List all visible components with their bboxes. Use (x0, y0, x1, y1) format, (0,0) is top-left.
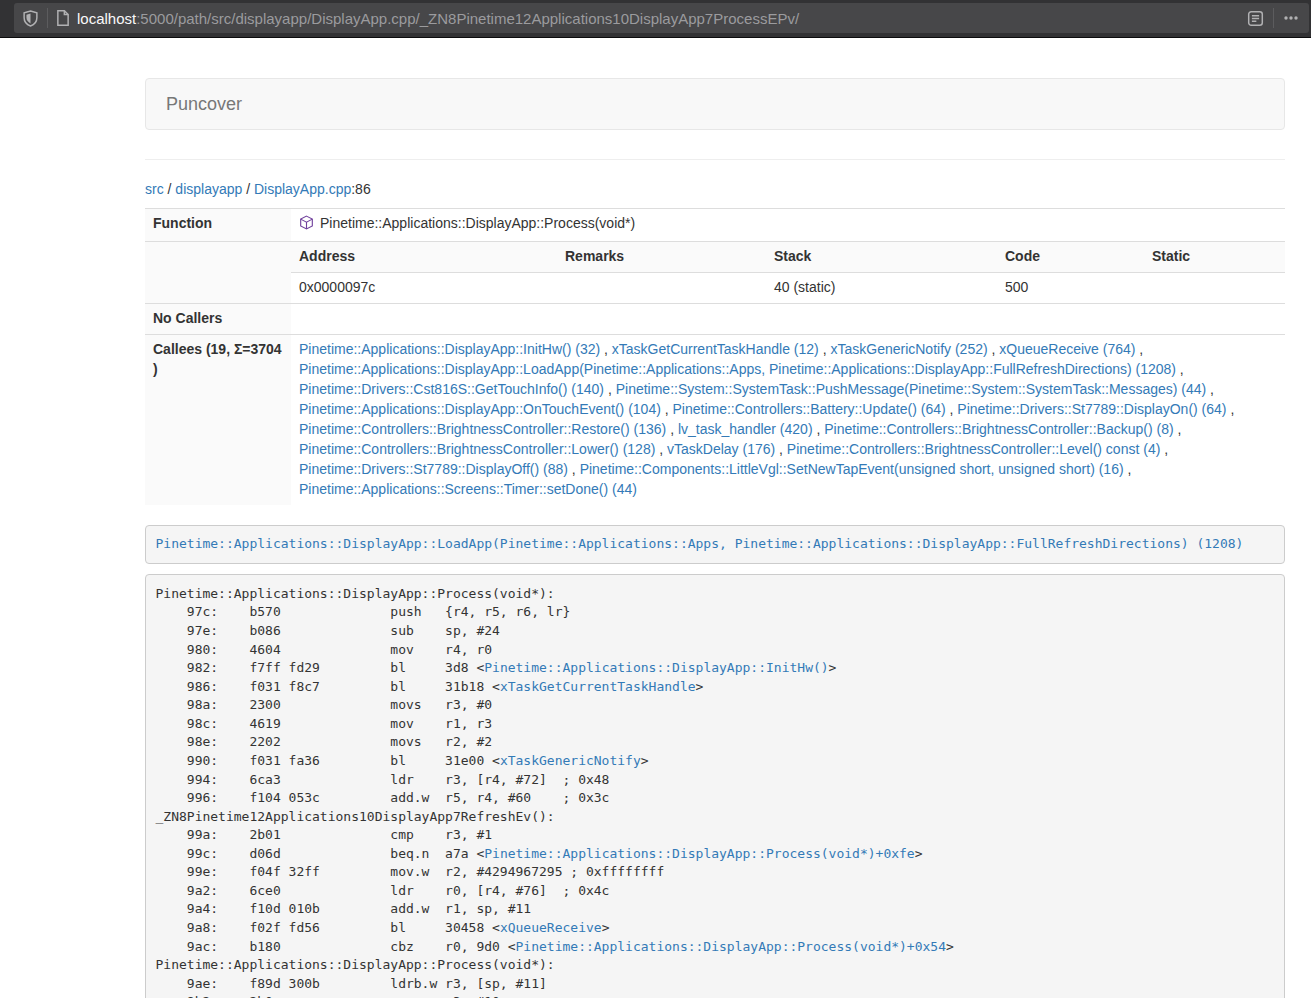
col-address: Address (291, 242, 557, 272)
callee-link[interactable]: Pinetime::Applications::DisplayApp::Init… (299, 341, 600, 357)
package-cube-icon (299, 215, 314, 236)
url-host: localhost (77, 10, 136, 27)
breadcrumb: src / displayapp / DisplayApp.cpp:86 (145, 179, 1285, 199)
url-text[interactable]: localhost:5000/path/src/displayapp/Displ… (77, 10, 799, 27)
callee-link[interactable]: Pinetime::Applications::Screens::Timer::… (299, 481, 637, 497)
col-static: Static (1144, 242, 1285, 272)
col-code: Code (997, 242, 1144, 272)
callee-link[interactable]: Pinetime::Components::LittleVgl::SetNewT… (580, 461, 1124, 477)
reader-mode-icon[interactable] (1247, 10, 1264, 27)
page-content: Puncover src / displayapp / DisplayApp.c… (145, 78, 1285, 998)
browser-toolbar: localhost:5000/path/src/displayapp/Displ… (0, 0, 1311, 38)
assembly-pre: Pinetime::Applications::DisplayApp::Proc… (145, 574, 1285, 998)
callees-cell: Pinetime::Applications::DisplayApp::Init… (291, 334, 1285, 504)
callee-link[interactable]: xTaskGenericNotify (252) (830, 341, 987, 357)
value-code: 500 (997, 272, 1144, 302)
callee-link[interactable]: Pinetime::Drivers::St7789::DisplayOn() (… (957, 401, 1226, 417)
callees-line: Pinetime::Controllers::BrightnessControl… (299, 440, 1277, 460)
divider-rule (145, 159, 1285, 160)
value-static (1144, 272, 1285, 302)
callees-line: Pinetime::Controllers::BrightnessControl… (299, 420, 1277, 440)
symbol-pre: Pinetime::Applications::DisplayApp::Load… (145, 525, 1285, 565)
callee-link[interactable]: Pinetime::Controllers::BrightnessControl… (299, 441, 655, 457)
detail-row: Address Remarks Stack Code Static 0x0000… (145, 241, 1285, 303)
symbol-link[interactable]: Pinetime::Applications::DisplayApp::Load… (156, 536, 1244, 551)
callee-link[interactable]: vTaskDelay (176) (667, 441, 775, 457)
asm-symbol-link[interactable]: Pinetime::Applications::DisplayApp::Init… (484, 660, 828, 675)
function-table: Function Pinetime::Applications::Display… (145, 208, 1285, 505)
no-callers-label: No Callers (145, 303, 291, 334)
callees-row: Callees (19, Σ=3704 ) Pinetime::Applicat… (145, 334, 1285, 504)
callee-link[interactable]: xQueueReceive (764) (999, 341, 1135, 357)
function-row: Function Pinetime::Applications::Display… (145, 209, 1285, 242)
callees-line: Pinetime::Drivers::Cst816S::GetTouchInfo… (299, 380, 1277, 400)
asm-symbol-link[interactable]: xTaskGetCurrentTaskHandle (500, 679, 696, 694)
no-callers-row: No Callers (145, 303, 1285, 334)
detail-table: Address Remarks Stack Code Static 0x0000… (291, 242, 1285, 303)
callee-link[interactable]: Pinetime::System::SystemTask::PushMessag… (616, 381, 1207, 397)
url-path: :5000/path/src/displayapp/DisplayApp.cpp… (136, 10, 799, 27)
asm-symbol-link[interactable]: Pinetime::Applications::DisplayApp::Proc… (484, 846, 914, 861)
callee-link[interactable]: Pinetime::Drivers::Cst816S::GetTouchInfo… (299, 381, 604, 397)
col-stack: Stack (766, 242, 997, 272)
callee-link[interactable]: Pinetime::Controllers::BrightnessControl… (787, 441, 1160, 457)
callees-label: Callees (19, Σ=3704 ) (145, 334, 291, 504)
col-remarks: Remarks (557, 242, 766, 272)
callees-line: Pinetime::Applications::DisplayApp::Init… (299, 340, 1277, 360)
breadcrumb-line-number: :86 (351, 181, 370, 197)
callees-line: Pinetime::Applications::Screens::Timer::… (299, 480, 1277, 500)
page-icon[interactable] (56, 10, 70, 26)
callee-link[interactable]: Pinetime::Applications::DisplayApp::OnTo… (299, 401, 661, 417)
asm-symbol-link[interactable]: xQueueReceive (500, 920, 602, 935)
urlbar-divider-left (47, 8, 48, 28)
callee-link[interactable]: xTaskGetCurrentTaskHandle (12) (612, 341, 819, 357)
brand-link[interactable]: Puncover (146, 79, 262, 129)
callees-line: Pinetime::Applications::DisplayApp::OnTo… (299, 400, 1277, 420)
breadcrumb-link-src[interactable]: src (145, 181, 164, 197)
callee-link[interactable]: Pinetime::Drivers::St7789::DisplayOff() … (299, 461, 568, 477)
function-name: Pinetime::Applications::DisplayApp::Proc… (320, 215, 635, 231)
callees-line: Pinetime::Applications::DisplayApp::Load… (299, 360, 1277, 380)
value-address: 0x0000097c (291, 272, 557, 302)
callee-link[interactable]: Pinetime::Controllers::BrightnessControl… (299, 421, 666, 437)
toolbar-bottom-line (0, 37, 1311, 38)
callee-link[interactable]: Pinetime::Controllers::Battery::Update()… (673, 401, 946, 417)
callee-link[interactable]: Pinetime::Applications::DisplayApp::Load… (299, 361, 1176, 377)
function-row-label: Function (145, 209, 291, 242)
callees-line: Pinetime::Drivers::St7789::DisplayOff() … (299, 460, 1277, 480)
breadcrumb-link-DisplayApp.cpp[interactable]: DisplayApp.cpp (254, 181, 351, 197)
callee-link[interactable]: lv_task_handler (420) (678, 421, 813, 437)
urlbar-divider-right (1273, 8, 1274, 28)
value-remarks (557, 272, 766, 302)
url-bar[interactable]: localhost:5000/path/src/displayapp/Displ… (14, 3, 1309, 33)
callee-link[interactable]: Pinetime::Controllers::BrightnessControl… (824, 421, 1173, 437)
asm-symbol-link[interactable]: xTaskGenericNotify (500, 753, 641, 768)
shield-icon[interactable] (22, 10, 39, 27)
breadcrumb-link-displayapp[interactable]: displayapp (175, 181, 242, 197)
asm-symbol-link[interactable]: Pinetime::Applications::DisplayApp::Proc… (516, 939, 946, 954)
navbar: Puncover (145, 78, 1285, 130)
overflow-menu-icon[interactable] (1283, 10, 1299, 26)
value-stack: 40 (static) (766, 272, 997, 302)
